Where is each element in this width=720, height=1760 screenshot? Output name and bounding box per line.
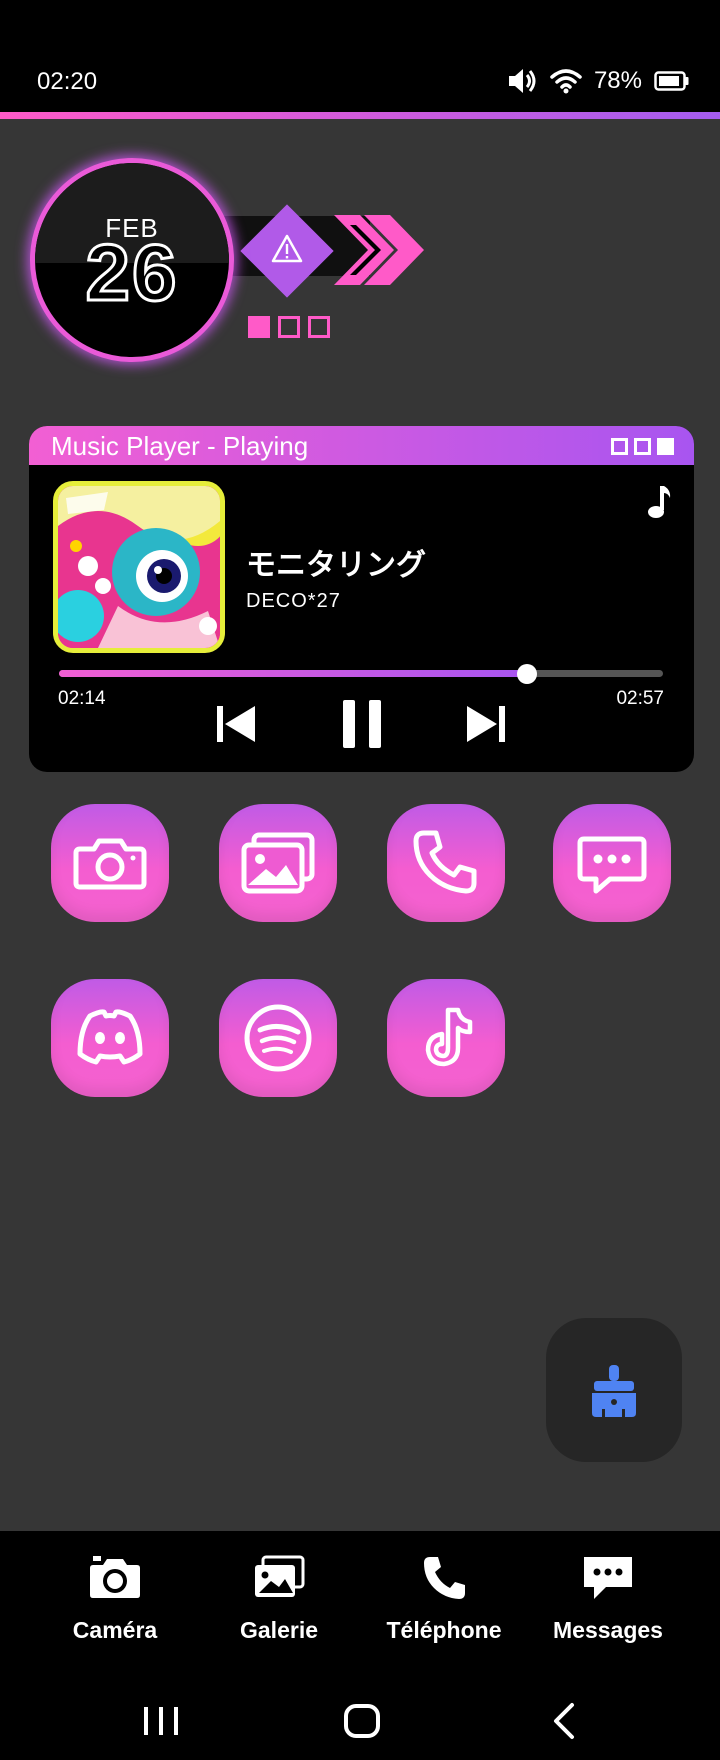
accent-divider [0, 112, 720, 119]
camera-icon [90, 1556, 140, 1598]
dock-label-phone: Téléphone [386, 1617, 502, 1643]
dock-messages[interactable]: Messages [526, 1553, 690, 1644]
page-dot [308, 316, 330, 338]
phone-icon [413, 830, 477, 894]
progress-bar[interactable] [59, 664, 663, 684]
broom-icon [592, 1365, 636, 1417]
song-title: モニタリング [246, 549, 426, 582]
discord-icon [77, 1009, 143, 1065]
date-day: 26 [84, 228, 179, 317]
battery-percent: 78% [593, 67, 642, 94]
dock-phone[interactable]: Téléphone [362, 1553, 526, 1644]
recents-button[interactable] [144, 1707, 178, 1735]
back-button[interactable] [554, 1703, 574, 1739]
dock-label-messages: Messages [553, 1617, 663, 1643]
window-buttons [611, 438, 674, 455]
player-header: Music Player - Playing [29, 426, 694, 465]
camera-app[interactable] [51, 804, 169, 922]
elapsed-time: 02:14 [58, 688, 106, 709]
gallery-icon [241, 832, 315, 894]
player-status-title: Music Player - Playing [51, 431, 309, 461]
progress-fill [59, 670, 528, 677]
gallery-app[interactable] [219, 804, 337, 922]
wifi-icon [550, 69, 582, 94]
camera-icon [73, 838, 147, 890]
next-icon[interactable] [465, 702, 507, 746]
page-dot [278, 316, 300, 338]
discord-app[interactable] [51, 979, 169, 1097]
cleaner-button[interactable] [546, 1318, 682, 1462]
battery-icon [654, 71, 689, 91]
chat-icon [577, 836, 647, 894]
home-button[interactable] [344, 1704, 380, 1738]
status-bar: 02:20 78% [0, 0, 720, 112]
album-art[interactable] [53, 481, 225, 653]
date-widget[interactable]: FEB 26 [30, 158, 450, 368]
window-square [611, 438, 628, 455]
tiktok-app[interactable] [387, 979, 505, 1097]
page-dot-active [248, 316, 270, 338]
album-art-image [58, 486, 220, 648]
warning-icon [271, 234, 303, 263]
dock-gallery[interactable]: Galerie [197, 1553, 361, 1644]
spotify-app[interactable] [219, 979, 337, 1097]
status-time: 02:20 [37, 68, 98, 95]
messages-app[interactable] [553, 804, 671, 922]
dock: Caméra Galerie Téléphone Messages [0, 1531, 720, 1760]
chat-icon [584, 1557, 632, 1599]
status-icons: 78% [506, 66, 690, 96]
previous-icon[interactable] [215, 702, 257, 746]
pause-icon[interactable] [339, 698, 385, 750]
window-square [634, 438, 651, 455]
chevrons-icon [334, 215, 424, 285]
dock-camera[interactable]: Caméra [33, 1553, 197, 1644]
spotify-icon [244, 1004, 312, 1072]
gallery-icon [255, 1555, 305, 1597]
phone-app[interactable] [387, 804, 505, 922]
progress-knob[interactable] [517, 664, 538, 684]
music-note-icon [648, 486, 671, 518]
dock-label-camera: Caméra [72, 1617, 158, 1643]
navigation-bar [144, 1703, 574, 1739]
window-square [657, 438, 674, 455]
music-player-widget[interactable]: Music Player - Playing モニタリング DECO*27 02… [29, 426, 694, 772]
date-circle: FEB 26 [30, 158, 234, 362]
phone-icon [424, 1557, 465, 1599]
tiktok-icon [425, 1007, 473, 1067]
total-time: 02:57 [616, 688, 664, 709]
dock-label-gallery: Galerie [240, 1617, 318, 1643]
song-artist: DECO*27 [246, 590, 341, 612]
page-indicator [248, 316, 330, 338]
volume-icon [508, 69, 536, 93]
